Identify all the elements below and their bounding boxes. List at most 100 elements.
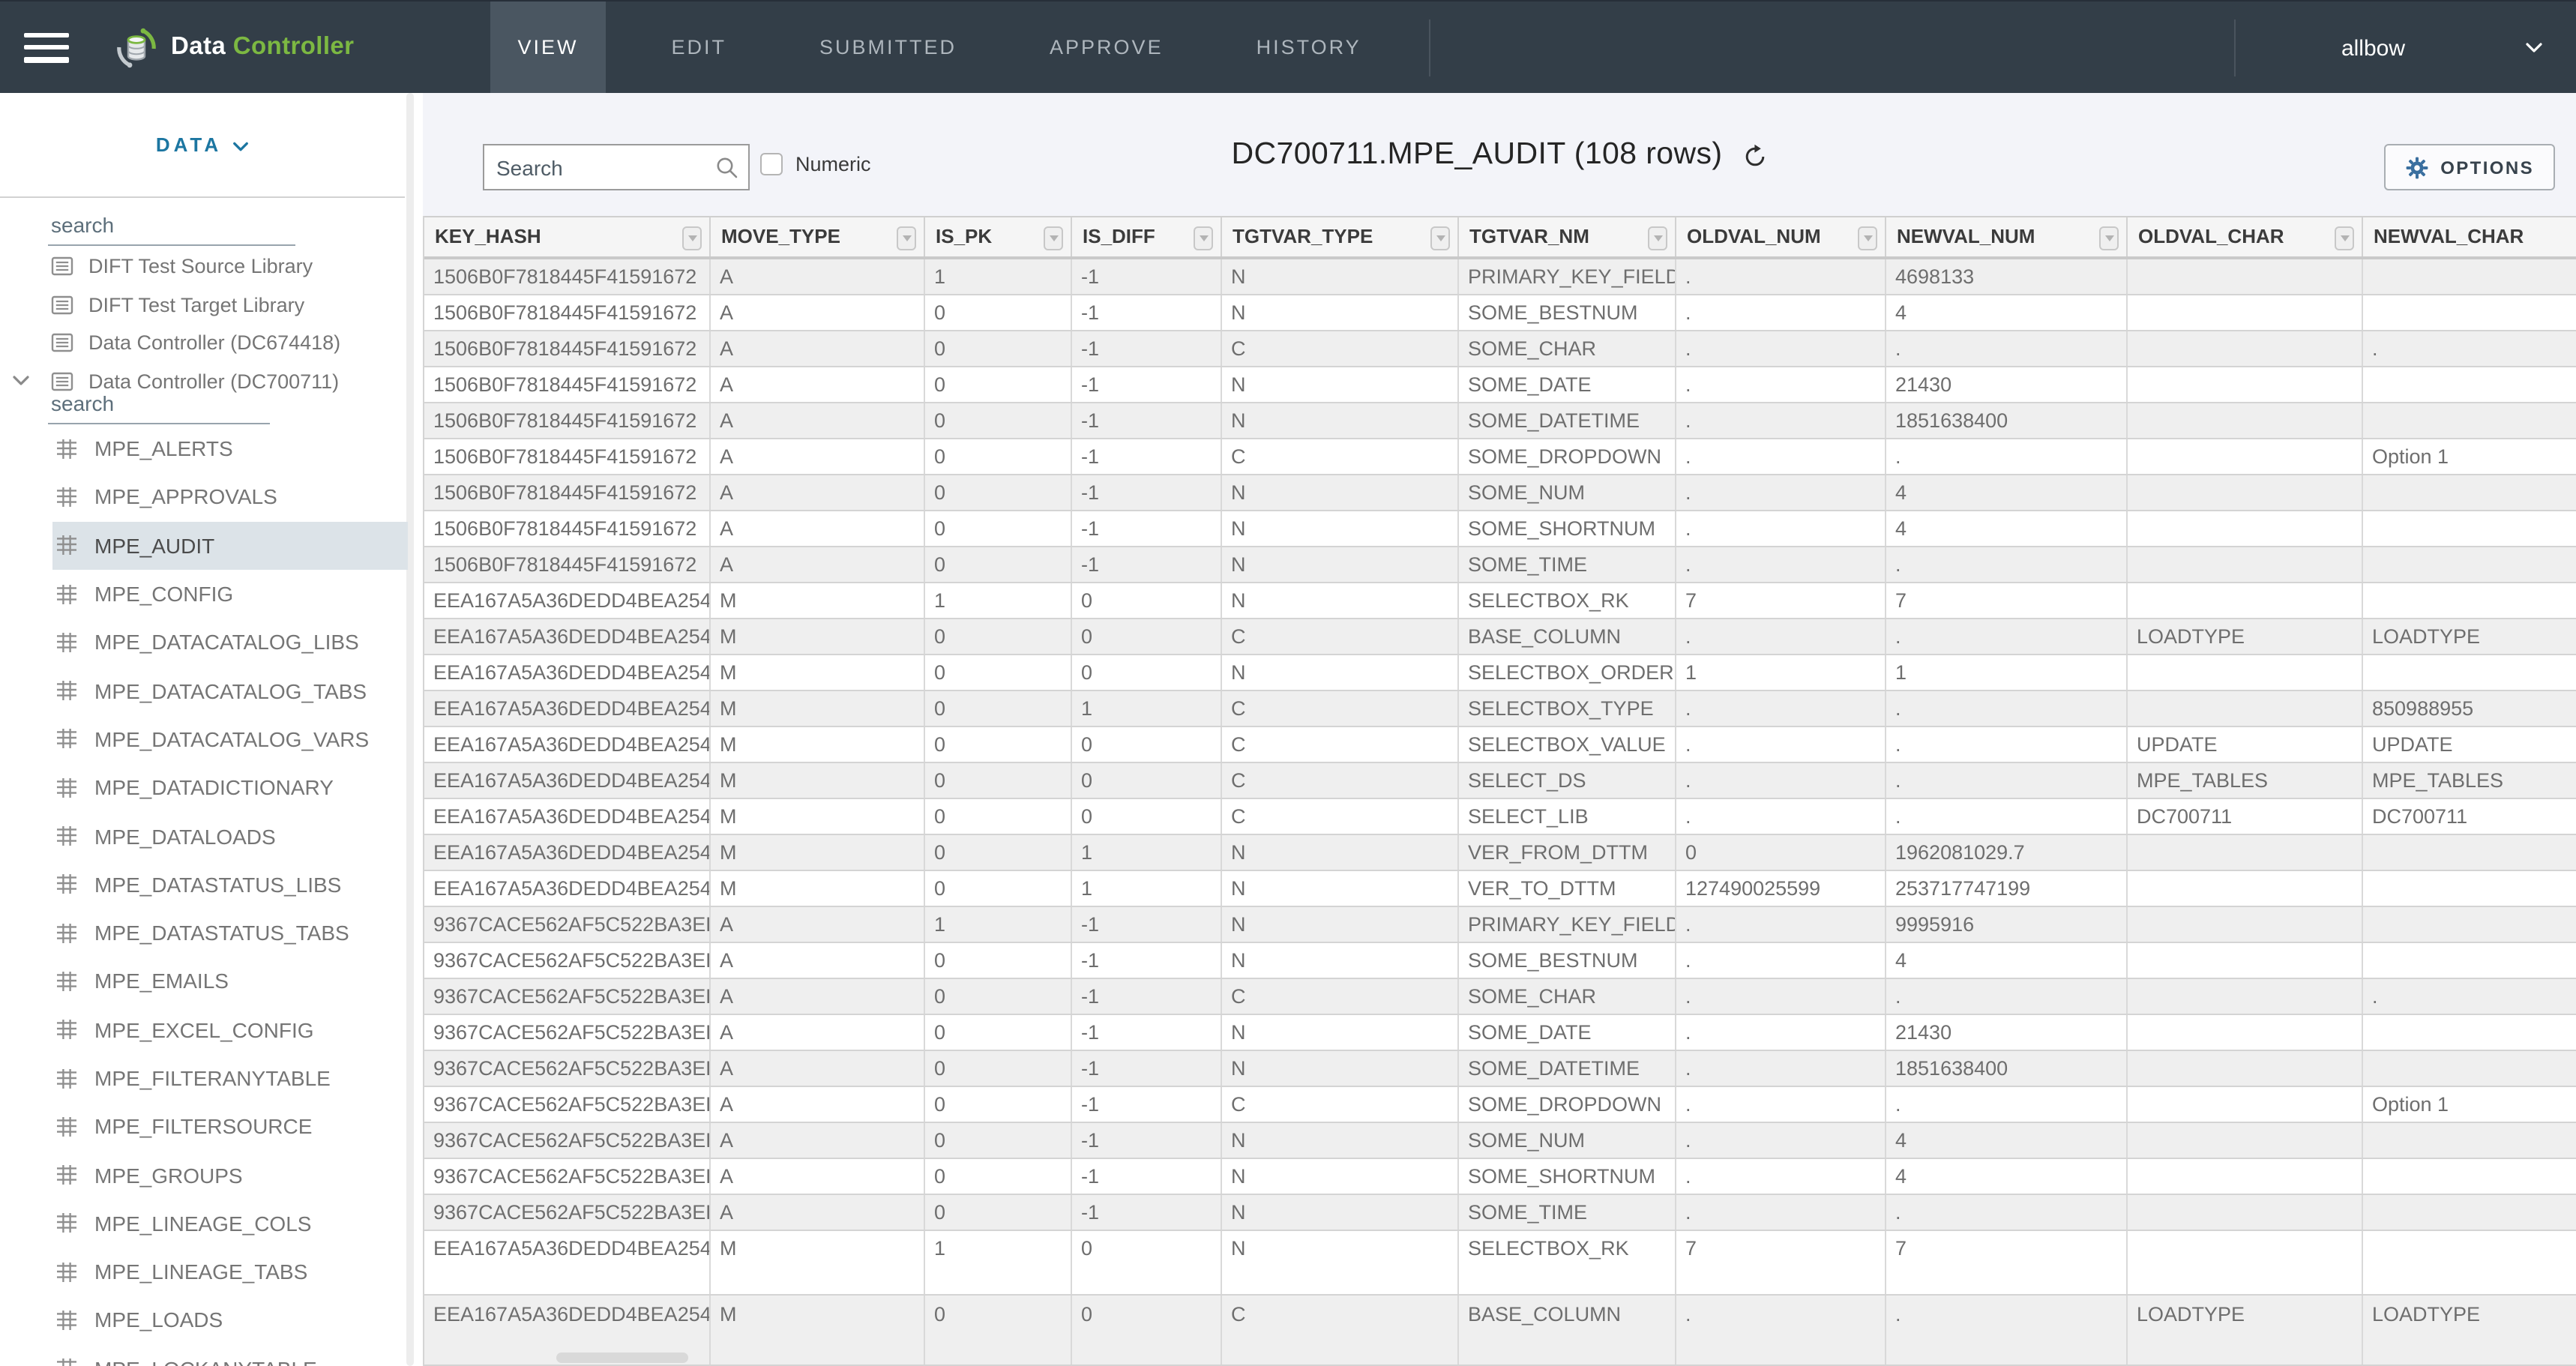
- table-icon: [55, 486, 78, 508]
- options-button[interactable]: OPTIONS: [2383, 144, 2555, 190]
- column-header-is_pk[interactable]: IS_PK: [925, 217, 1072, 256]
- sidebar-item-mpe_datastatus_libs[interactable]: MPE_DATASTATUS_LIBS: [52, 860, 408, 909]
- user-menu[interactable]: allbow: [2235, 1, 2576, 94]
- filter-button[interactable]: [1858, 226, 1877, 250]
- table-row[interactable]: 1506B0F7818445F41591672A1-1NPRIMARY_KEY_…: [424, 259, 2576, 295]
- cell: .: [1676, 762, 1886, 797]
- sidebar-item-mpe_excel_config[interactable]: MPE_EXCEL_CONFIG: [52, 1005, 408, 1054]
- table-row[interactable]: 9367CACE562AF5C522BA3EEA0-1NSOME_NUM.4: [424, 1122, 2576, 1158]
- sidebar-item-mpe_approvals[interactable]: MPE_APPROVALS: [52, 473, 408, 522]
- filter-button[interactable]: [1044, 226, 1063, 250]
- grid-search-input[interactable]: [484, 145, 694, 189]
- table-row[interactable]: 1506B0F7818445F41591672A0-1NSOME_DATE.21…: [424, 367, 2576, 403]
- sidebar-item-mpe_alerts[interactable]: MPE_ALERTS: [52, 424, 408, 473]
- sidebar-item-mpe_datadictionary[interactable]: MPE_DATADICTIONARY: [52, 763, 408, 812]
- sidebar-library-item[interactable]: DIFT Test Source Library: [51, 247, 405, 286]
- tab-history[interactable]: HISTORY: [1230, 1, 1388, 94]
- sidebar-item-mpe_config[interactable]: MPE_CONFIG: [52, 570, 408, 619]
- sidebar-item-mpe_dataloads[interactable]: MPE_DATALOADS: [52, 812, 408, 861]
- table-row[interactable]: 9367CACE562AF5C522BA3EEA0-1NSOME_TIME..: [424, 1194, 2576, 1230]
- cell: [2128, 655, 2363, 689]
- table-row[interactable]: EEA167A5A36DEDD4BEA2543M01NVER_TO_DTTM12…: [424, 870, 2576, 906]
- filter-button[interactable]: [1648, 226, 1667, 250]
- refresh-icon[interactable]: [1742, 144, 1767, 169]
- table-row[interactable]: 9367CACE562AF5C522BA3EEA0-1NSOME_DATE.21…: [424, 1014, 2576, 1050]
- sidebar-item-mpe_lineage_tabs[interactable]: MPE_LINEAGE_TABS: [52, 1248, 408, 1296]
- table-row[interactable]: 9367CACE562AF5C522BA3EEA0-1NSOME_DATETIM…: [424, 1050, 2576, 1086]
- table-row[interactable]: 1506B0F7818445F41591672A0-1NSOME_SHORTNU…: [424, 511, 2576, 547]
- table-row[interactable]: 9367CACE562AF5C522BA3EEA0-1CSOME_CHAR...: [424, 978, 2576, 1014]
- table-row[interactable]: 1506B0F7818445F41591672A0-1CSOME_DROPDOW…: [424, 439, 2576, 475]
- column-header-newval_num[interactable]: NEWVAL_NUM: [1886, 217, 2128, 256]
- column-header-move_type[interactable]: MOVE_TYPE: [711, 217, 925, 256]
- table-row[interactable]: 9367CACE562AF5C522BA3EEA0-1NSOME_BESTNUM…: [424, 942, 2576, 978]
- column-header-tgtvar_nm[interactable]: TGTVAR_NM: [1459, 217, 1676, 256]
- cell: [2128, 1014, 2363, 1049]
- tab-approve[interactable]: APPROVE: [1023, 1, 1191, 94]
- column-header-key_hash[interactable]: KEY_HASH: [424, 217, 711, 256]
- sidebar-item-mpe_datacatalog_tabs[interactable]: MPE_DATACATALOG_TABS: [52, 667, 408, 715]
- tab-submitted[interactable]: SUBMITTED: [792, 1, 984, 94]
- table-row[interactable]: 1506B0F7818445F41591672A0-1NSOME_NUM.4: [424, 475, 2576, 511]
- table-row[interactable]: EEA167A5A36DEDD4BEA2543M00CSELECT_LIB..D…: [424, 798, 2576, 834]
- user-chevron-down-icon[interactable]: [2525, 42, 2543, 54]
- table-row[interactable]: EEA167A5A36DEDD4BEA2543M10NSELECTBOX_RK7…: [424, 1230, 2576, 1296]
- filter-button[interactable]: [897, 226, 916, 250]
- cell: [2128, 1050, 2363, 1085]
- table-row[interactable]: 9367CACE562AF5C522BA3EEA0-1NSOME_SHORTNU…: [424, 1158, 2576, 1194]
- numeric-checkbox[interactable]: [760, 154, 782, 175]
- sidebar-item-mpe_audit[interactable]: MPE_AUDIT: [52, 521, 408, 570]
- filter-button[interactable]: [1430, 226, 1450, 250]
- column-header-tgtvar_type[interactable]: TGTVAR_TYPE: [1222, 217, 1459, 256]
- library-expanded-chevron-icon[interactable]: [12, 374, 30, 386]
- hamburger-menu-icon[interactable]: [24, 32, 69, 62]
- sidebar-item-mpe_loads[interactable]: MPE_LOADS: [52, 1296, 408, 1345]
- table-row[interactable]: 1506B0F7818445F41591672A0-1NSOME_BESTNUM…: [424, 295, 2576, 331]
- filter-button[interactable]: [682, 226, 702, 250]
- filter-button[interactable]: [2099, 226, 2119, 250]
- sidebar-item-mpe_filteranytable[interactable]: MPE_FILTERANYTABLE: [52, 1054, 408, 1103]
- tab-view[interactable]: VIEW: [490, 1, 605, 94]
- sidebar-library-item[interactable]: Data Controller (DC674418): [51, 324, 405, 362]
- sidebar-item-mpe_lockanytable[interactable]: MPE_LOCKANYTABLE: [52, 1344, 408, 1366]
- column-header-oldval_char[interactable]: OLDVAL_CHAR: [2128, 217, 2363, 256]
- table-row[interactable]: 1506B0F7818445F41591672A0-1NSOME_DATETIM…: [424, 403, 2576, 439]
- table-row[interactable]: EEA167A5A36DEDD4BEA2543M00CBASE_COLUMN..…: [424, 619, 2576, 655]
- table-row[interactable]: 1506B0F7818445F41591672A0-1NSOME_TIME..: [424, 547, 2576, 583]
- table-row[interactable]: EEA167A5A36DEDD4BEA2543M01NVER_FROM_DTTM…: [424, 834, 2576, 870]
- cell: [2128, 475, 2363, 509]
- table-row[interactable]: 1506B0F7818445F41591672A0-1CSOME_CHAR...: [424, 331, 2576, 367]
- sidebar-item-mpe_lineage_cols[interactable]: MPE_LINEAGE_COLS: [52, 1200, 408, 1248]
- horizontal-scrollbar-thumb[interactable]: [556, 1353, 688, 1363]
- cell: N: [1222, 367, 1459, 401]
- sidebar-item-mpe_groups[interactable]: MPE_GROUPS: [52, 1151, 408, 1200]
- column-header-oldval_num[interactable]: OLDVAL_NUM: [1676, 217, 1886, 256]
- table-row[interactable]: EEA167A5A36DEDD4BEA2543M10NSELECTBOX_RK7…: [424, 583, 2576, 619]
- sidebar-item-mpe_filtersource[interactable]: MPE_FILTERSOURCE: [52, 1102, 408, 1151]
- cell: .: [1676, 331, 1886, 365]
- sidebar-library-item[interactable]: DIFT Test Target Library: [51, 286, 405, 324]
- table-row[interactable]: EEA167A5A36DEDD4BEA2543M01CSELECTBOX_TYP…: [424, 690, 2576, 726]
- table-row[interactable]: EEA167A5A36DEDD4BEA2543M00CBASE_COLUMN..…: [424, 1296, 2576, 1366]
- sidebar-item-mpe_datacatalog_libs[interactable]: MPE_DATACATALOG_LIBS: [52, 618, 408, 667]
- library-search-input[interactable]: [48, 210, 295, 244]
- sidebar-section-selector[interactable]: DATA: [156, 133, 249, 156]
- sidebar-item-mpe_datastatus_tabs[interactable]: MPE_DATASTATUS_TABS: [52, 909, 408, 957]
- table-row[interactable]: 9367CACE562AF5C522BA3EEA0-1CSOME_DROPDOW…: [424, 1086, 2576, 1122]
- filter-button[interactable]: [2335, 226, 2354, 250]
- filter-button[interactable]: [1194, 226, 1213, 250]
- filter-caret-icon: [1436, 235, 1445, 241]
- table-row[interactable]: EEA167A5A36DEDD4BEA2543M00CSELECTBOX_VAL…: [424, 726, 2576, 762]
- cell: .: [1676, 726, 1886, 761]
- column-header-is_diff[interactable]: IS_DIFF: [1072, 217, 1222, 256]
- table-search-input[interactable]: [48, 388, 270, 423]
- tab-edit[interactable]: EDIT: [644, 1, 753, 94]
- sidebar-item-mpe_datacatalog_vars[interactable]: MPE_DATACATALOG_VARS: [52, 715, 408, 764]
- table-row[interactable]: EEA167A5A36DEDD4BEA2543M00NSELECTBOX_ORD…: [424, 655, 2576, 690]
- table-row[interactable]: EEA167A5A36DEDD4BEA2543M00CSELECT_DS..MP…: [424, 762, 2576, 798]
- app-logo: Data Controller: [114, 25, 354, 70]
- cell: -1: [1072, 295, 1222, 329]
- sidebar-item-mpe_emails[interactable]: MPE_EMAILS: [52, 957, 408, 1006]
- column-header-newval_char[interactable]: NEWVAL_CHAR: [2363, 217, 2576, 256]
- table-row[interactable]: 9367CACE562AF5C522BA3EEA1-1NPRIMARY_KEY_…: [424, 906, 2576, 942]
